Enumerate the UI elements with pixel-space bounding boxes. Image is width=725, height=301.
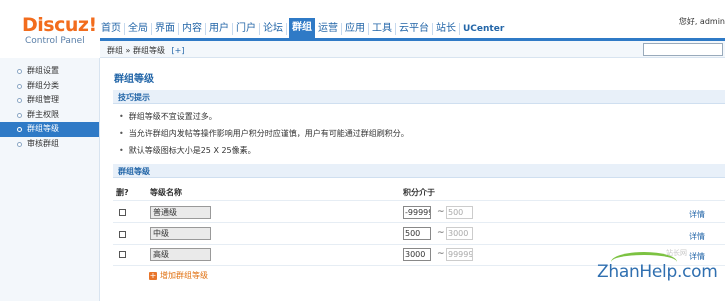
delete-checkbox[interactable] <box>119 209 126 216</box>
sidebar: 群组设置 群组分类 群组管理 群主权限 群组等级 审核群组 <box>0 58 100 301</box>
plus-icon: + <box>149 271 157 280</box>
nav-portal[interactable]: 门户 <box>235 20 257 38</box>
sidebar-item-label: 群组等级 <box>27 124 59 134</box>
nav-apps[interactable]: 应用 <box>344 20 366 38</box>
bullet-icon <box>17 141 22 147</box>
sidebar-item-label: 群组设置 <box>27 66 59 75</box>
range-separator: ~ <box>437 207 445 217</box>
watermark-text: ZhanHelp.com <box>597 262 718 282</box>
bullet-icon <box>17 98 22 104</box>
nav-forum[interactable]: 论坛 <box>262 20 284 38</box>
nav-webmaster[interactable]: 站长 <box>435 20 457 38</box>
table-header-bar: 群组等级 <box>113 164 725 178</box>
watermark: 站长网 ZhanHelp.com <box>597 249 725 292</box>
sidebar-item-owner-permissions[interactable]: 群主权限 <box>0 108 99 123</box>
points-max-field: 500 <box>446 206 473 219</box>
delete-checkbox[interactable] <box>119 231 126 238</box>
top-nav: 首页 全局 界面 内容 用户 门户 论坛 群组 运营 应用 工具 云平台 站长 … <box>100 18 507 38</box>
points-min-field[interactable]: -99999 <box>403 206 431 219</box>
nav-cloud[interactable]: 云平台 <box>398 20 430 38</box>
sidebar-item-review-groups[interactable]: 审核群组 <box>0 137 99 152</box>
points-min-field[interactable]: 500 <box>403 227 431 240</box>
sidebar-item-group-management[interactable]: 群组管理 <box>0 93 99 108</box>
table-title: 群组等级 <box>118 167 150 176</box>
detail-link[interactable]: 详情 <box>689 209 705 220</box>
tips-title: 技巧提示 <box>118 93 150 102</box>
delete-checkbox[interactable] <box>119 251 126 258</box>
logo-subtitle: Control Panel <box>25 36 85 46</box>
tips-header: 技巧提示 <box>113 90 725 104</box>
nav-tools[interactable]: 工具 <box>371 20 393 38</box>
column-level-name: 等级名称 <box>150 188 182 197</box>
add-shortcut-link[interactable]: [+] <box>172 46 185 55</box>
nav-group[interactable]: 群组 <box>289 18 315 38</box>
nav-home[interactable]: 首页 <box>100 20 122 38</box>
breadcrumb-bar: 群组 » 群组等级 [+] <box>100 41 725 58</box>
sidebar-item-label: 群主权限 <box>27 109 59 119</box>
sidebar-item-group-categories[interactable]: 群组分类 <box>0 79 99 94</box>
logo[interactable]: Discuz! Control Panel <box>0 0 100 50</box>
add-level-label: 增加群组等级 <box>160 271 208 280</box>
column-delete: 删? <box>116 188 129 197</box>
search-input[interactable] <box>643 43 723 56</box>
add-level-button[interactable]: + 增加群组等级 <box>149 270 208 281</box>
nav-operation[interactable]: 运营 <box>317 20 339 38</box>
range-separator: ~ <box>437 228 445 238</box>
nav-interface[interactable]: 界面 <box>154 20 176 38</box>
points-max-field: 3000 <box>446 227 473 240</box>
column-points-range: 积分介于 <box>403 188 435 197</box>
level-name-field[interactable]: 普通级 <box>150 206 211 219</box>
nav-global[interactable]: 全局 <box>127 20 149 38</box>
nav-content[interactable]: 内容 <box>181 20 203 38</box>
sidebar-item-group-levels[interactable]: 群组等级 <box>0 122 99 137</box>
breadcrumb: 群组 » 群组等级 [+] <box>107 45 184 56</box>
nav-users[interactable]: 用户 <box>208 20 230 38</box>
nav-ucenter[interactable]: UCenter <box>462 20 505 38</box>
tip-item: 默认等级图标大小是25 X 25像素。 <box>119 145 256 156</box>
level-name-field[interactable]: 中级 <box>150 227 211 240</box>
points-min-field[interactable]: 3000 <box>403 248 431 261</box>
logo-text: Discuz! <box>22 14 97 36</box>
sidebar-item-group-settings[interactable]: 群组设置 <box>0 64 99 79</box>
bullet-icon <box>17 69 22 74</box>
page-title: 群组等级 <box>114 74 154 85</box>
sidebar-item-label: 审核群组 <box>27 138 59 148</box>
sidebar-item-label: 群组管理 <box>27 95 59 105</box>
tip-item: 当允许群组内发帖等操作影响用户积分时应谨慎，用户有可能通过群组刷积分。 <box>119 128 409 139</box>
level-name-field[interactable]: 高级 <box>150 248 211 261</box>
watermark-small-text: 站长网 <box>666 249 687 257</box>
sidebar-item-label: 群组分类 <box>27 80 59 90</box>
points-max-field: 999999 <box>446 248 473 261</box>
breadcrumb-path: 群组 » 群组等级 <box>107 46 165 55</box>
bullet-icon <box>17 112 22 118</box>
bullet-icon <box>17 127 22 133</box>
bullet-icon <box>17 83 22 89</box>
user-greeting: 您好, admin <box>678 17 725 26</box>
detail-link[interactable]: 详情 <box>689 231 705 242</box>
tip-item: 群组等级不宜设置过多。 <box>119 111 217 122</box>
range-separator: ~ <box>437 249 445 259</box>
detail-link[interactable]: 详情 <box>689 251 705 262</box>
